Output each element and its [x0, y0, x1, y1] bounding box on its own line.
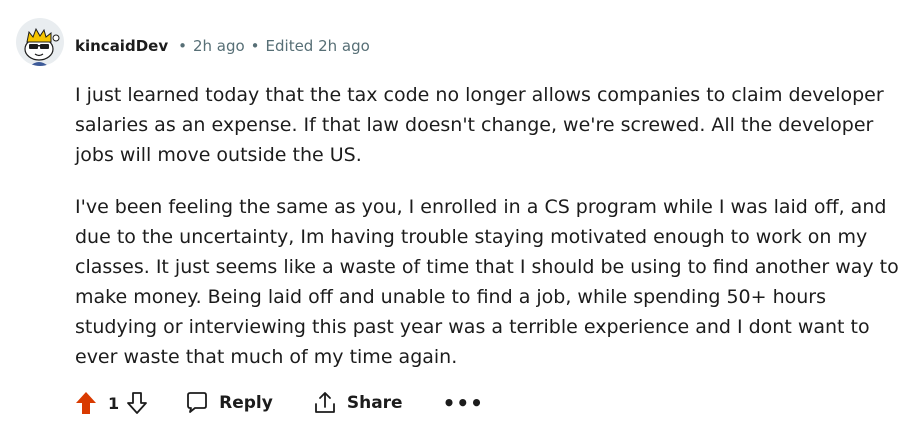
timestamp[interactable]: 2h ago: [193, 37, 245, 55]
comment-bubble-icon: [187, 392, 208, 413]
comment-paragraph: I've been feeling the same as you, I enr…: [75, 196, 899, 368]
avatar[interactable]: [16, 18, 64, 66]
downvote-arrow-icon: [127, 392, 148, 414]
comment-actions: 1 Reply Share •••: [74, 387, 484, 419]
upvote-arrow-icon: [76, 392, 96, 414]
downvote-button[interactable]: [125, 388, 149, 418]
comment-paragraph: I just learned today that the tax code n…: [75, 84, 884, 166]
share-label: Share: [346, 393, 403, 413]
snoo-avatar-icon: [24, 27, 60, 66]
comment-body: I just learned today that the tax code n…: [75, 80, 905, 372]
more-options-button[interactable]: •••: [443, 387, 484, 419]
comment-header: kincaidDev • 2h ago • Edited 2h ago: [75, 34, 370, 58]
reply-button[interactable]: Reply: [185, 387, 273, 419]
separator-dot: •: [250, 37, 260, 55]
username[interactable]: kincaidDev: [75, 37, 168, 55]
upvote-button[interactable]: [74, 388, 98, 418]
edited-label: Edited 2h ago: [265, 37, 370, 55]
separator-dot: •: [178, 37, 187, 55]
vote-score: 1: [108, 393, 120, 413]
comment: kincaidDev • 2h ago • Edited 2h ago I ju…: [0, 0, 920, 438]
share-button[interactable]: Share: [313, 387, 403, 419]
reply-label: Reply: [219, 393, 273, 413]
share-icon: [314, 392, 335, 413]
